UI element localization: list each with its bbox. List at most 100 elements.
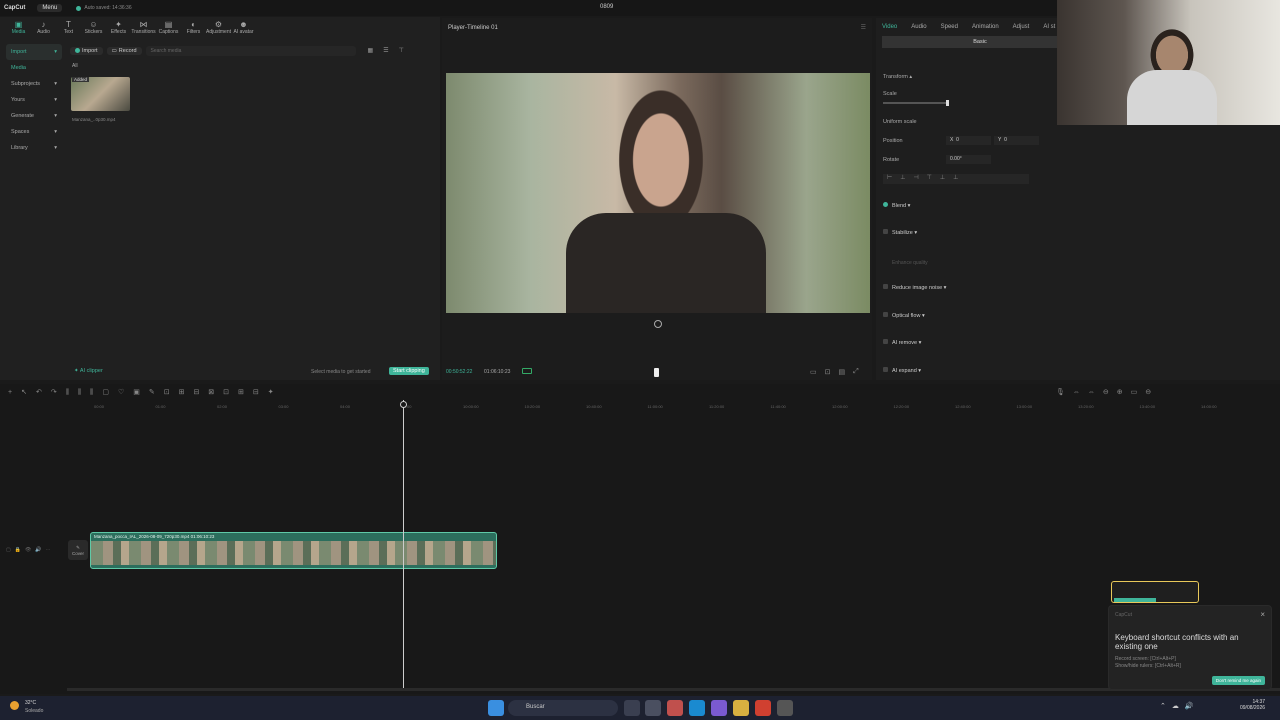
player-menu-icon[interactable]: ☰ [861,24,866,31]
scale-slider[interactable] [883,102,948,104]
sidebar-item-generate[interactable]: Generate ▾ [6,108,62,124]
enhance-quality-label: Enhance quality [892,260,928,266]
toolbar-adjustment[interactable]: ⚙ Adjustment [206,17,231,39]
clock[interactable]: 14:37 09/08/2026 [1240,699,1265,711]
align-buttons[interactable]: ⊢⊥⊣⊤⊥⊥ [883,174,1029,184]
ruler-tick: 11:20:00 [709,404,725,409]
sort-icon[interactable]: ☰ [383,47,388,54]
timeline-view-tools[interactable]: 🎙⇔⇔⊖⊕▭⊖ [1056,388,1159,396]
rotate-label: Rotate [883,157,900,163]
cover-button[interactable]: ✎ Cover [68,540,88,560]
tab-speed[interactable]: Speed [941,24,958,30]
chrome-icon[interactable] [755,700,771,716]
ruler-tick: 13:20:00 [1078,404,1094,409]
toast-brand: CapCut [1115,612,1132,618]
edge-icon[interactable] [689,700,705,716]
transform-label[interactable]: Transform ▴ [883,74,912,80]
dont-remind-button[interactable]: Don't remind me again [1211,676,1265,685]
system-tray[interactable]: ⌃☁🔊 [1160,702,1200,710]
toolbar-transitions[interactable]: ⋈ Transitions [131,17,156,39]
folder-icon[interactable] [733,700,749,716]
search-media-input[interactable]: Search media [145,45,356,56]
windows-taskbar: 32°C Soleado Buscar ⌃☁🔊 14:37 09/08/2026 [0,696,1280,720]
start-icon[interactable] [488,700,504,716]
sidebar-item-subprojects[interactable]: Subprojects ▾ [6,76,62,92]
timeline-scrollbar[interactable] [67,688,1280,691]
ruler-tick: 12:20:00 [893,404,910,409]
edit-tools[interactable]: +↖↶↷⫼⫼⫼▢♡▣✎⊡⊞⊟⊠⊡⊞⊟✦ [8,388,283,397]
section-optical-flow[interactable]: Optical flow ▾ [883,312,925,319]
toolbar-stickers[interactable]: ☺ Stickers [81,17,106,39]
quality-icon[interactable]: ▤ [839,368,846,376]
ratio-icon[interactable]: ▭ [810,368,817,376]
captions-icon: ▤ [164,20,173,29]
app-icon[interactable] [711,700,727,716]
track-controls[interactable]: ▢🔒👁🔊⋯ [6,547,55,553]
transitions-icon: ⋈ [139,20,148,29]
tab-video[interactable]: Video [882,24,897,30]
store-icon[interactable] [645,700,661,716]
close-icon[interactable]: × [1260,610,1265,619]
ai-clipper-label[interactable]: ✦ AI clipper [74,368,103,374]
ruler-tick: 12:40:00 [955,404,971,409]
weather-temp: 32°C [25,700,37,706]
rotate-input[interactable]: 0.00° [946,155,991,164]
filters-icon: ◐ [191,20,196,29]
scale-slider-thumb[interactable] [946,100,949,106]
tab-animation[interactable]: Animation [972,24,999,30]
filter-all[interactable]: All [72,63,78,69]
current-time: 00:50:52:22 [446,369,473,375]
tab-adjust[interactable]: Adjust [1013,24,1030,30]
toolbar-effects[interactable]: ✦ Effects [106,17,131,39]
playhead-handle[interactable] [400,401,407,408]
section-ai-remove[interactable]: AI remove ▾ [883,339,921,346]
sidebar-item-spaces[interactable]: Spaces ▾ [6,124,62,140]
ruler-tick: 02:00 [217,404,228,409]
toolbar-captions[interactable]: ▤ Captions [156,17,181,39]
menu-button[interactable]: Menu [37,4,63,12]
toolbar-ai-avatar[interactable]: ☻ AI avatar [231,17,256,39]
tab-audio[interactable]: Audio [911,24,926,30]
player-controls: ▭ ⊡ ▤ ⤢ [810,368,859,376]
copilot-icon[interactable] [667,700,683,716]
toolbar-text[interactable]: T Text [56,17,81,39]
audio-icon: ♪ [41,20,46,29]
scale-label: Scale [883,91,897,97]
position-x-input[interactable]: X 0 [946,136,991,145]
toast-title: Keyboard shortcut conflicts with an exis… [1115,633,1239,651]
snapshot-icon[interactable] [654,320,662,328]
toolbar-filters[interactable]: ◐ Filters [181,17,206,39]
segment-basic[interactable]: Basic [882,36,1078,48]
ruler-tick: 10:20:00 [524,404,541,409]
fit-icon[interactable]: ⊡ [825,368,831,376]
sidebar-item-yours[interactable]: Yours ▾ [6,92,62,108]
section-reduce-image-noise[interactable]: Reduce image noise ▾ [883,284,946,291]
sidebar-item-import[interactable]: Import ▾ [6,44,62,60]
sidebar-item-media[interactable]: Media [6,60,62,76]
timecode-format-icon[interactable] [522,368,532,374]
video-clip[interactable]: Manzana_pocca_IAL_2026-08-09_720p30.mp4 … [90,532,497,569]
section-ai-expand[interactable]: AI expand ▾ [883,367,921,374]
tab-ai-st[interactable]: AI st [1043,24,1055,30]
weather-icon[interactable] [10,701,19,710]
ruler-tick: 10:40:00 [586,404,602,409]
mouse-cursor [654,368,659,377]
sidebar-item-library[interactable]: Library ▾ [6,140,62,156]
position-y-input[interactable]: Y 0 [994,136,1039,145]
toolbar-audio[interactable]: ♪ Audio [31,17,56,39]
taskbar-search[interactable]: Buscar [508,700,618,716]
task-view-icon[interactable] [624,700,640,716]
playhead[interactable] [403,400,404,688]
start-clipping-button[interactable]: Start clipping [389,367,429,375]
filter-icon[interactable]: ⊤ [399,47,404,54]
section-stabilize[interactable]: Stabilize ▾ [883,229,917,236]
media-thumbnail[interactable] [71,77,130,111]
import-button[interactable]: Import [70,46,103,55]
section-blend[interactable]: Blend ▾ [883,202,910,209]
toolbar-media[interactable]: ▣ Media [6,17,31,39]
ai-avatar-icon: ☻ [239,20,248,29]
capcut-icon[interactable] [777,700,793,716]
fullscreen-icon[interactable]: ⤢ [853,368,859,376]
grid-view-icon[interactable]: ▦ [368,47,374,54]
record-button[interactable]: ▭ Record [106,46,142,55]
